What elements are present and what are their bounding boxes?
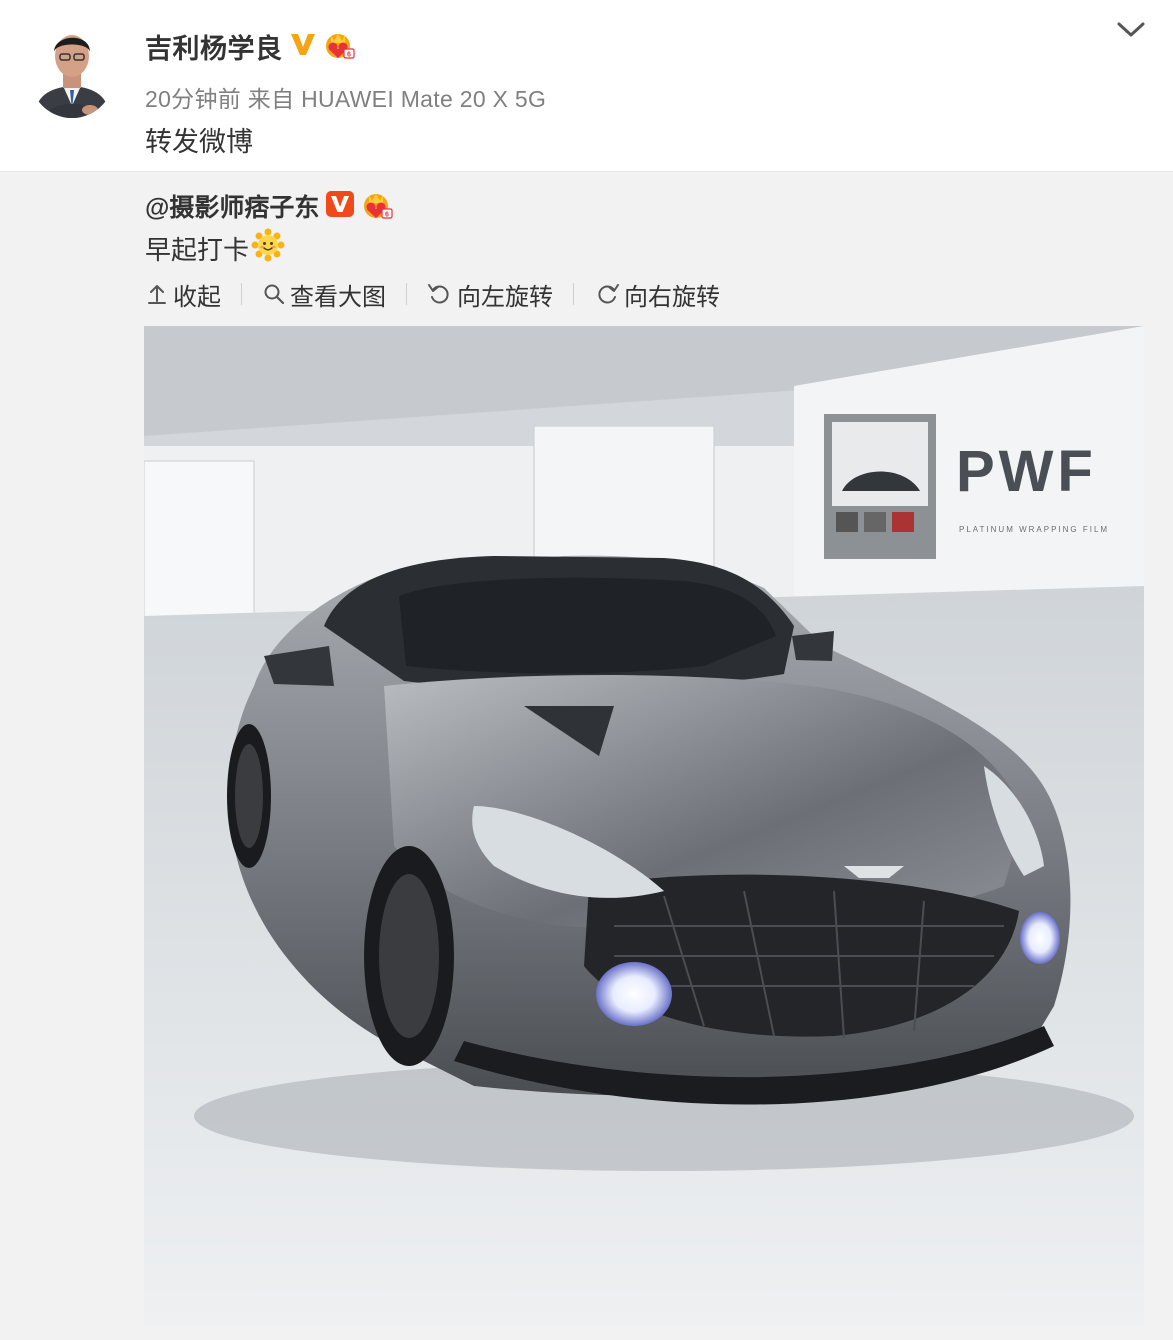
avatar-image xyxy=(30,18,114,118)
rotate-left-button[interactable]: 向左旋转 xyxy=(427,277,553,312)
toolbar-divider xyxy=(406,283,407,305)
original-text: 早起打卡 xyxy=(145,234,250,265)
post-meta: 20分钟前 来自 HUAWEI Mate 20 X 5G xyxy=(145,86,547,112)
rotate-left-icon xyxy=(428,284,449,304)
toolbar-divider xyxy=(573,283,574,305)
original-author-row: @摄影师痞子东 6 xyxy=(145,188,393,224)
post-photo[interactable]: PWF PLATINUM WRAPPING FILM xyxy=(144,326,1144,1326)
author-name[interactable]: 吉利杨学良 xyxy=(145,27,283,66)
avatar[interactable] xyxy=(30,18,114,118)
poster-subtitle: PLATINUM WRAPPING FILM xyxy=(959,525,1109,534)
sun-emoji-icon xyxy=(251,228,285,269)
verified-v-icon xyxy=(325,190,355,223)
collapse-label: 收起 xyxy=(173,283,221,311)
repost-text: 转发微博 xyxy=(145,127,253,157)
toolbar-divider xyxy=(241,283,242,305)
collapse-icon xyxy=(148,285,166,304)
vip-crown-icon[interactable]: 6 xyxy=(361,189,393,224)
retweet-box: @摄影师痞子东 6 早起打卡 收起 查看大图 向左旋转 向右旋转 PWF PLA… xyxy=(0,171,1173,1340)
chevron-down-icon[interactable] xyxy=(1114,14,1148,44)
image-toolbar: 收起 查看大图 向左旋转 向右旋转 xyxy=(145,276,720,312)
svg-text:6: 6 xyxy=(347,51,351,58)
original-author-name[interactable]: @摄影师痞子东 xyxy=(145,188,319,224)
svg-text:6: 6 xyxy=(385,211,389,218)
car-photo-image: PWF PLATINUM WRAPPING FILM xyxy=(144,326,1144,1326)
author-row: 吉利杨学良 6 xyxy=(145,26,355,66)
rotate-left-label: 向左旋转 xyxy=(457,283,553,311)
view-large-label: 查看大图 xyxy=(290,283,386,311)
rotate-right-icon xyxy=(598,284,619,304)
original-post-text: 早起打卡 xyxy=(145,228,285,268)
rotate-right-label: 向右旋转 xyxy=(624,283,720,311)
vip-crown-icon[interactable]: 6 xyxy=(323,29,355,64)
poster-logo: PWF xyxy=(956,439,1097,504)
search-icon xyxy=(264,284,285,305)
post-header: 吉利杨学良 6 20分钟前 来自 HUAWEI Mate 20 X 5G 转发微… xyxy=(0,0,1173,171)
view-large-button[interactable]: 查看大图 xyxy=(262,277,386,312)
rotate-right-button[interactable]: 向右旋转 xyxy=(594,277,720,312)
collapse-button[interactable]: 收起 xyxy=(145,277,221,312)
verified-v-icon xyxy=(289,31,317,62)
